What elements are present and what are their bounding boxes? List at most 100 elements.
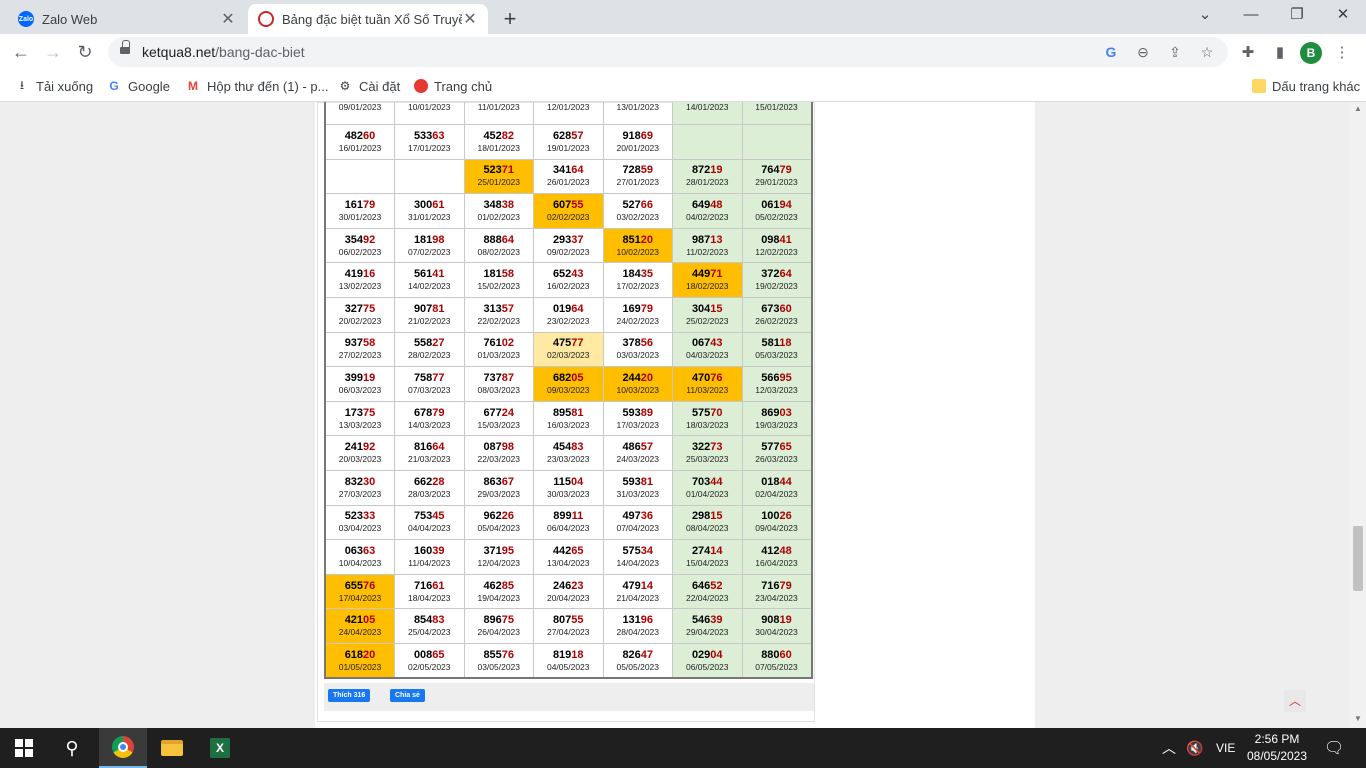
- share-icon[interactable]: ⇪: [1166, 43, 1184, 61]
- taskbar-excel[interactable]: X: [196, 728, 244, 768]
- site-favicon-icon: [258, 11, 274, 27]
- result-cell: 88864 08/02/2023: [463, 227, 534, 264]
- number-tail: 44: [779, 475, 792, 488]
- bookmark-downloads[interactable]: ⭳ Tải xuống: [14, 76, 93, 96]
- table-row: 65576 17/04/2023 71661 18/04/2023 46285 19/04…: [324, 573, 812, 610]
- result-cell: 29337 09/02/2023: [533, 227, 604, 264]
- address-bar[interactable]: ketqua8.net/bang-dac-biet G ⊖ ⇪ ☆: [108, 37, 1228, 67]
- taskbar-file-explorer[interactable]: [148, 728, 196, 768]
- bookmarks-bar: ⭳ Tải xuống G Google M Hộp thư đến (1) -…: [0, 70, 1366, 102]
- number-tail: 36: [640, 510, 654, 523]
- number-head: 486: [622, 441, 641, 454]
- taskbar-chrome[interactable]: [99, 728, 147, 768]
- google-lens-icon[interactable]: G: [1102, 43, 1120, 61]
- windows-logo-icon: [15, 739, 33, 757]
- volume-muted-icon[interactable]: 🔇: [1186, 728, 1203, 768]
- draw-date: 18/01/2023: [477, 142, 521, 153]
- close-tab-icon[interactable]: ✕: [220, 9, 236, 29]
- result-cell: 58118 05/03/2023: [741, 331, 812, 368]
- bookmark-home[interactable]: Trang chủ: [414, 76, 492, 96]
- special-number: 52766: [604, 199, 673, 212]
- result-cell: 00865 02/05/2023: [394, 643, 465, 679]
- page-scrollbar[interactable]: ▲ ▼: [1350, 102, 1366, 728]
- tab-search-icon[interactable]: ⌄: [1182, 4, 1228, 28]
- notifications-icon[interactable]: 🗨: [1324, 728, 1344, 768]
- close-tab-icon[interactable]: ✕: [462, 9, 478, 29]
- draw-date: 26/04/2023: [477, 627, 521, 638]
- forward-button[interactable]: →: [40, 40, 66, 66]
- result-cell: 37264 19/02/2023: [741, 262, 812, 299]
- zoom-icon[interactable]: ⊖: [1134, 43, 1152, 61]
- scroll-up-icon[interactable]: ▲: [1353, 104, 1363, 113]
- profile-avatar[interactable]: B: [1300, 42, 1322, 64]
- number-head: 341: [552, 164, 572, 177]
- special-number: 82647: [604, 649, 673, 662]
- draw-date: 23/03/2023: [546, 454, 590, 465]
- bookmark-gmail[interactable]: M Hộp thư đến (1) - p...: [185, 76, 328, 96]
- result-cell: 41916 13/02/2023: [324, 262, 395, 299]
- special-number: 46285: [465, 580, 534, 593]
- number-tail: 44: [710, 475, 723, 488]
- restore-button[interactable]: ❐: [1274, 4, 1320, 28]
- number-head: 527: [622, 199, 641, 212]
- facebook-share-button[interactable]: Chia sẻ: [390, 689, 425, 702]
- start-button[interactable]: [0, 728, 48, 768]
- side-panel-icon[interactable]: ▮: [1270, 43, 1290, 63]
- table-row: 42105 24/04/2023 85483 25/04/2023 89675 26/04…: [324, 608, 812, 644]
- result-cell: 57570 18/03/2023: [672, 400, 743, 437]
- number-head: 372: [761, 268, 780, 281]
- special-number: 34838: [465, 199, 534, 212]
- special-number: 76479: [743, 164, 811, 177]
- draw-date: 27/03/2023: [338, 488, 382, 499]
- other-bookmarks[interactable]: Dấu trang khác: [1252, 76, 1360, 96]
- result-cell: 59389 17/03/2023: [602, 400, 673, 437]
- draw-date: 12/01/2023: [546, 102, 590, 113]
- special-number: 86367: [465, 476, 534, 489]
- close-window-button[interactable]: ✕: [1320, 4, 1366, 28]
- lock-icon[interactable]: [120, 40, 130, 56]
- table-row: 35492 06/02/2023 18198 07/02/2023 88864 08/02…: [324, 227, 812, 264]
- scrollbar-thumb[interactable]: [1353, 526, 1363, 591]
- special-number: 56141: [395, 268, 464, 281]
- special-number: 01844: [743, 476, 811, 489]
- bookmark-star-icon[interactable]: ☆: [1198, 43, 1216, 61]
- draw-date: 13/04/2023: [546, 558, 590, 569]
- number-tail: 14: [710, 545, 723, 558]
- result-cell: 85576 03/05/2023: [463, 643, 534, 679]
- minimize-button[interactable]: —: [1228, 4, 1274, 28]
- number-tail: 81: [571, 406, 584, 419]
- draw-date: 15/03/2023: [477, 419, 521, 430]
- table-row: 24192 20/03/2023 81664 21/03/2023 08798 22/03…: [324, 435, 812, 472]
- special-number: 06194: [743, 199, 811, 212]
- result-cell: 67360 26/02/2023: [741, 297, 812, 333]
- special-number: 80755: [534, 614, 603, 627]
- draw-date: 14/01/2023: [685, 102, 729, 113]
- draw-date: 20/04/2023: [546, 592, 590, 603]
- reload-button[interactable]: ↻: [72, 40, 98, 66]
- number-tail: 58: [363, 337, 376, 350]
- number-tail: 04: [710, 648, 723, 661]
- number-tail: 85: [501, 579, 515, 592]
- bookmark-settings[interactable]: ⚙ Cài đặt: [337, 76, 401, 96]
- scroll-down-icon[interactable]: ▼: [1353, 714, 1363, 723]
- search-icon[interactable]: ⚲: [48, 728, 96, 768]
- number-head: 482: [344, 129, 364, 142]
- new-tab-button[interactable]: +: [498, 6, 522, 32]
- url-text[interactable]: ketqua8.net/bang-dac-biet: [142, 44, 305, 60]
- tab-ketqua8[interactable]: Bảng đặc biệt tuần Xổ Số Truyền ✕: [248, 4, 488, 34]
- extensions-icon[interactable]: ✚: [1238, 43, 1258, 63]
- menu-icon[interactable]: ⋮: [1332, 43, 1352, 63]
- number-head: 716: [761, 579, 780, 592]
- language-indicator[interactable]: VIE: [1216, 728, 1235, 768]
- result-cell: 66228 28/03/2023: [394, 470, 465, 506]
- facebook-like-button[interactable]: Thích 316: [328, 689, 371, 702]
- show-hidden-icons-icon[interactable]: ︿: [1162, 728, 1176, 768]
- system-clock[interactable]: 2:56 PM 08/05/2023: [1240, 731, 1314, 765]
- scroll-to-top-button[interactable]: ︿: [1284, 690, 1306, 712]
- number-head: 566: [761, 372, 780, 385]
- back-button[interactable]: ←: [8, 40, 34, 66]
- tab-zalo[interactable]: Zalo Zalo Web ✕: [8, 4, 246, 34]
- result-cell: 29815 08/04/2023: [672, 504, 743, 541]
- number-tail: 61: [432, 199, 445, 212]
- bookmark-google[interactable]: G Google: [106, 76, 170, 96]
